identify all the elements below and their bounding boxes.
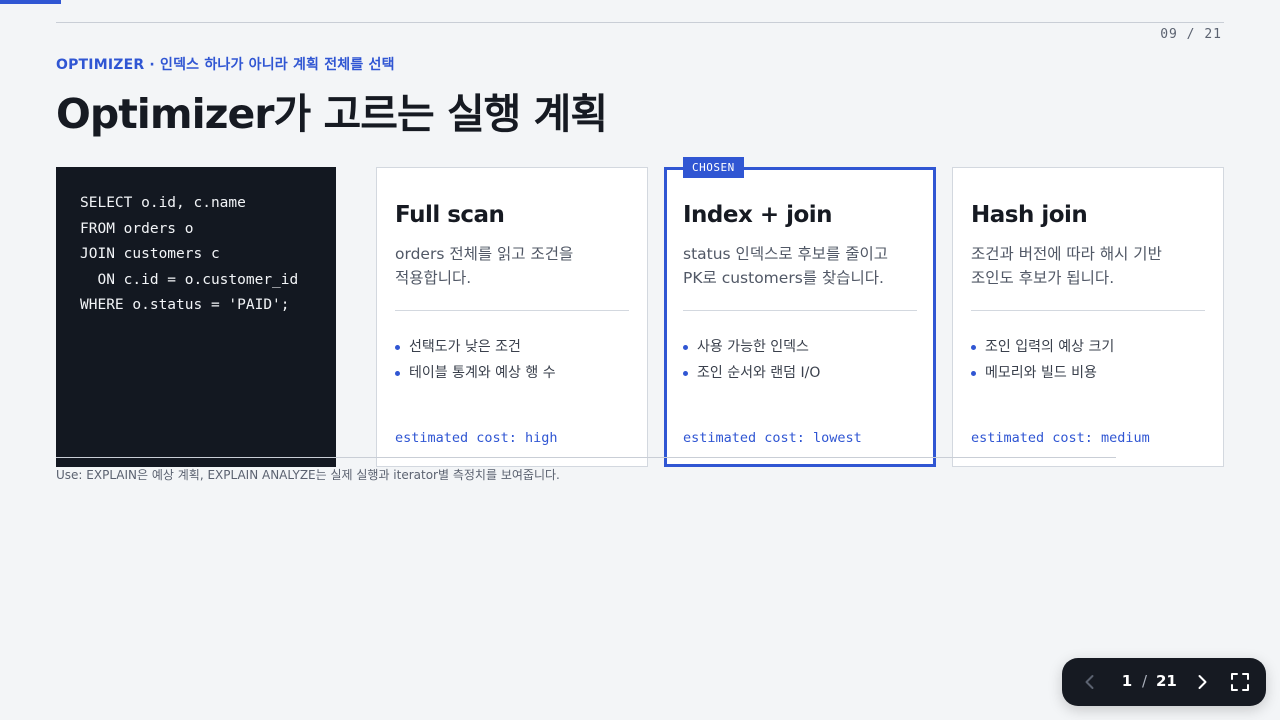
- fullscreen-button[interactable]: [1228, 670, 1252, 694]
- plan-card-hash-join: Hash join 조건과 버전에 따라 해시 기반 조인도 후보가 됩니다. …: [952, 167, 1224, 467]
- card-description: status 인덱스로 후보를 줄이고 PK로 customers를 찾습니다.: [683, 242, 917, 290]
- estimated-cost: estimated cost: high: [395, 430, 558, 446]
- slide-navigation: 1 / 21: [1062, 658, 1266, 706]
- bullet-icon: [971, 345, 976, 350]
- slide-kicker: OPTIMIZER · 인덱스 하나가 아니라 계획 전체를 선택: [56, 57, 395, 73]
- bullet-icon: [971, 371, 976, 376]
- list-item-text: 조인 순서와 랜덤 I/O: [697, 365, 821, 381]
- card-description: orders 전체를 읽고 조건을 적용합니다.: [395, 242, 629, 290]
- plan-card-full-scan: Full scan orders 전체를 읽고 조건을 적용합니다. 선택도가 …: [376, 167, 648, 467]
- code-line: ON c.id = o.customer_id: [80, 271, 299, 288]
- current-slide-number: 1: [1121, 672, 1133, 690]
- card-factor-list: 선택도가 낮은 조건 테이블 통계와 예상 행 수: [395, 334, 629, 386]
- card-description-line: status 인덱스로 후보를 줄이고: [683, 245, 889, 263]
- chevron-left-icon: [1085, 675, 1094, 689]
- list-item-text: 테이블 통계와 예상 행 수: [409, 365, 556, 381]
- code-line: WHERE o.status = 'PAID';: [80, 297, 290, 313]
- card-divider: [683, 310, 917, 311]
- card-divider: [395, 310, 629, 311]
- estimated-cost: estimated cost: medium: [971, 430, 1150, 446]
- card-divider: [971, 310, 1205, 311]
- prev-slide-button[interactable]: [1078, 670, 1102, 694]
- card-factor-list: 사용 가능한 인덱스 조인 순서와 랜덤 I/O: [683, 334, 917, 386]
- bullet-icon: [683, 345, 688, 350]
- card-description-line: 적용합니다.: [395, 269, 472, 287]
- header-divider: [56, 22, 1224, 23]
- page-indicator: 09 / 21: [1160, 27, 1222, 42]
- code-line: JOIN customers c: [80, 246, 220, 262]
- list-item: 테이블 통계와 예상 행 수: [395, 360, 629, 386]
- slide-number-separator: /: [1142, 672, 1148, 690]
- sql-code-panel: SELECT o.id, c.name FROM orders o JOIN c…: [56, 167, 336, 467]
- deck-progress-bar: [0, 0, 61, 4]
- chosen-badge: CHOSEN: [683, 157, 744, 178]
- card-description-line: PK로 customers를 찾습니다.: [683, 269, 884, 287]
- list-item-text: 조인 입력의 예상 크기: [985, 339, 1115, 355]
- slide-title: Optimizer가 고르는 실행 계획: [56, 90, 608, 138]
- list-item: 조인 순서와 랜덤 I/O: [683, 360, 917, 386]
- card-description-line: 조건과 버전에 따라 해시 기반: [971, 245, 1162, 263]
- code-line: FROM orders o: [80, 220, 194, 237]
- bullet-icon: [395, 371, 400, 376]
- list-item: 메모리와 빌드 비용: [971, 360, 1205, 386]
- list-item: 사용 가능한 인덱스: [683, 334, 917, 360]
- list-item-text: 메모리와 빌드 비용: [985, 365, 1097, 381]
- card-description-line: 조인도 후보가 됩니다.: [971, 269, 1115, 287]
- card-factor-list: 조인 입력의 예상 크기 메모리와 빌드 비용: [971, 334, 1205, 386]
- card-title: Index + join: [683, 202, 833, 228]
- footnote: Use: EXPLAIN은 예상 계획, EXPLAIN ANALYZE는 실제…: [56, 468, 560, 482]
- chevron-right-icon: [1198, 675, 1207, 689]
- card-title: Full scan: [395, 202, 505, 228]
- next-slide-button[interactable]: [1190, 670, 1214, 694]
- estimated-cost: estimated cost: lowest: [683, 430, 862, 446]
- list-item: 조인 입력의 예상 크기: [971, 334, 1205, 360]
- bullet-icon: [683, 371, 688, 376]
- card-title: Hash join: [971, 202, 1088, 228]
- list-item-text: 사용 가능한 인덱스: [697, 339, 809, 355]
- list-item: 선택도가 낮은 조건: [395, 334, 629, 360]
- plan-card-index-join: CHOSEN Index + join status 인덱스로 후보를 줄이고 …: [664, 157, 936, 467]
- bullet-icon: [395, 345, 400, 350]
- card-description: 조건과 버전에 따라 해시 기반 조인도 후보가 됩니다.: [971, 242, 1205, 290]
- total-slide-count: 21: [1156, 672, 1177, 690]
- fullscreen-icon: [1231, 673, 1249, 691]
- list-item-text: 선택도가 낮은 조건: [409, 339, 521, 355]
- code-line: SELECT o.id, c.name: [80, 195, 246, 211]
- footnote-divider: [56, 457, 1116, 458]
- card-description-line: orders 전체를 읽고 조건을: [395, 245, 574, 263]
